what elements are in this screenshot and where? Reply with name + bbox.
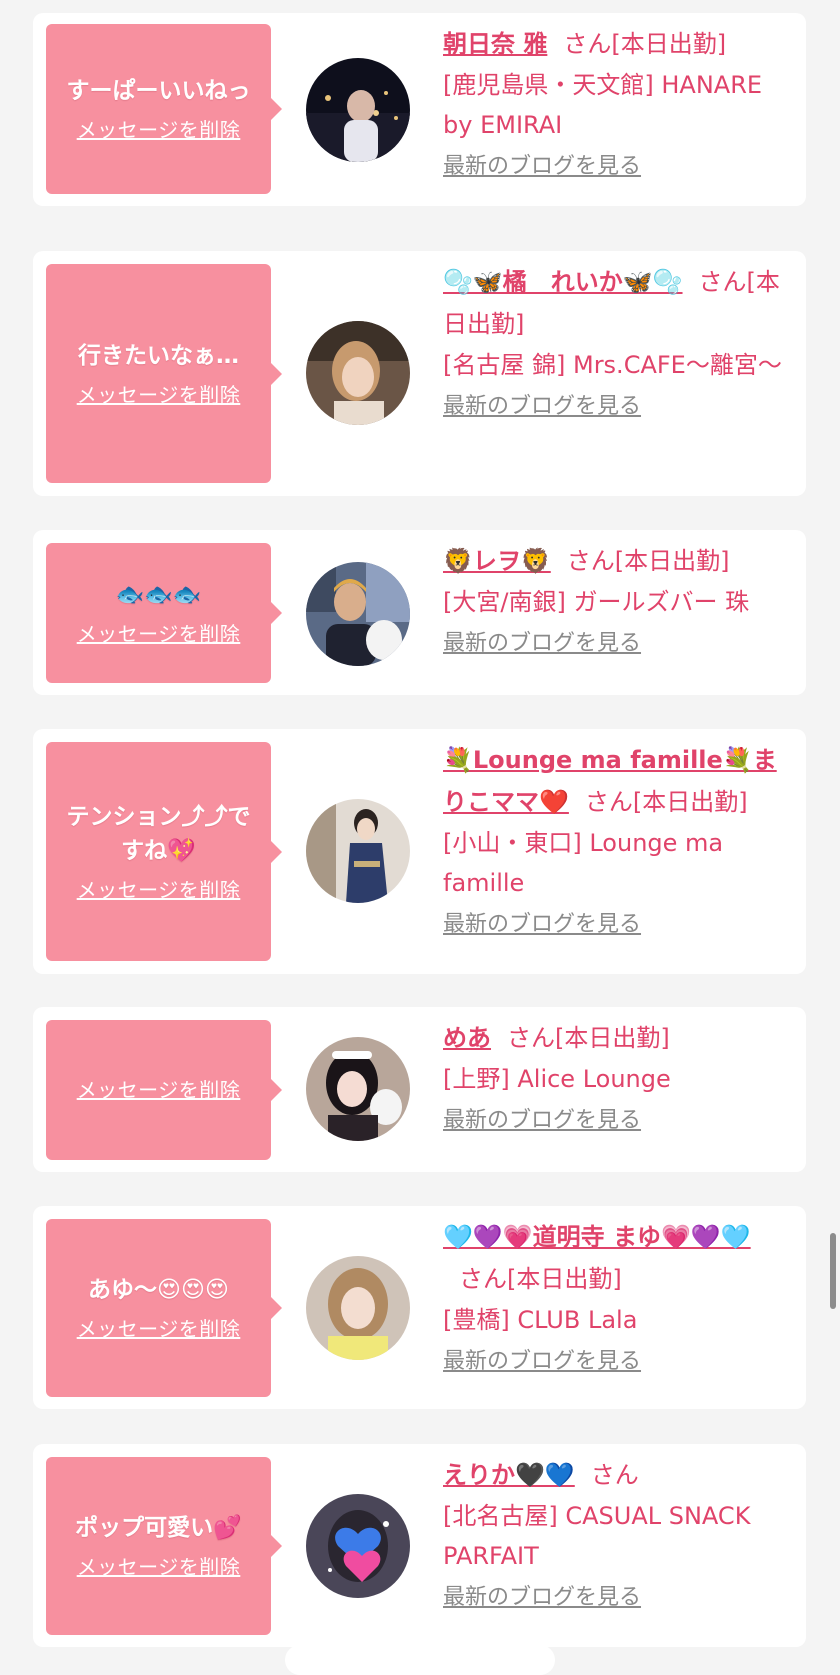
delete-message-link[interactable]: メッセージを削除 — [77, 1553, 241, 1581]
message-text: すーぱーいいねっ — [66, 78, 251, 104]
latest-blog-link[interactable]: 最新のブログを見る — [443, 628, 641, 660]
name-line: めあ さん[本日出勤] — [443, 1017, 788, 1059]
message-text: 🐟🐟🐟 — [115, 582, 202, 608]
message-bubble: 行きたいなぁ… メッセージを削除 — [46, 264, 282, 483]
message-text: あゆ〜😍😍😍 — [88, 1277, 229, 1303]
cast-info: 🩵💜💗道明寺 まゆ💗💜🩵 さん[本日出勤] [豊橋] CLUB Lala 最新のブ… — [443, 1216, 788, 1378]
list-item: すーぱーいいねっ メッセージを削除 朝日奈 雅さん[本日出勤] [鹿児島県・天文… — [33, 13, 806, 206]
message-bubble: 🐟🐟🐟 メッセージを削除 — [46, 543, 282, 683]
honorific: さん — [563, 30, 612, 58]
message-bubble: メッセージを削除 — [46, 1020, 282, 1160]
avatar[interactable] — [306, 1037, 410, 1141]
cast-name-link[interactable]: えりか🖤💙 — [443, 1461, 575, 1489]
cast-info: 朝日奈 雅さん[本日出勤] [鹿児島県・天文館] HANARE by EMIRA… — [443, 23, 788, 183]
avatar[interactable] — [306, 799, 410, 903]
message-bubble: すーぱーいいねっ メッセージを削除 — [46, 24, 282, 194]
list-item: 行きたいなぁ… メッセージを削除 🫧🦋橘 れいか🦋🫧 さん[本日出勤] [名古屋 … — [33, 251, 806, 496]
latest-blog-link[interactable]: 最新のブログを見る — [443, 1105, 641, 1137]
message-text: テンション⤴︎⤴︎ですね💖 — [66, 803, 251, 864]
scrollbar[interactable] — [830, 1233, 836, 1309]
delete-message-link[interactable]: メッセージを削除 — [77, 116, 241, 144]
avatar[interactable] — [306, 321, 410, 425]
delete-message-link[interactable]: メッセージを削除 — [77, 1315, 241, 1343]
delete-message-link[interactable]: メッセージを削除 — [77, 381, 241, 409]
status-text: [本日出勤] — [507, 1265, 622, 1293]
latest-blog-link[interactable]: 最新のブログを見る — [443, 909, 641, 941]
shop-text: [上野] Alice Lounge — [443, 1065, 671, 1093]
shop-text: [小山・東口] Lounge ma famille — [443, 829, 724, 897]
status-text: [本日出勤] — [632, 788, 748, 816]
honorific: さん — [566, 547, 615, 575]
avatar[interactable] — [306, 562, 410, 666]
shop-text: [鹿児島県・天文館] HANARE by EMIRAI — [443, 71, 763, 139]
cast-name-link[interactable]: 🫧🦋橘 れいか🦋🫧 — [443, 268, 683, 296]
shop-text: [大宮/南銀] ガールズバー 珠 — [443, 588, 750, 616]
cast-name-link[interactable]: 🦁レヲ🦁 — [443, 547, 551, 575]
message-bubble: あゆ〜😍😍😍 メッセージを削除 — [46, 1219, 282, 1397]
cast-info: 💐Lounge ma famille💐まりこママ❤️ さん[本日出勤] [小山・東… — [443, 739, 788, 941]
message-text: ポップ可愛い💕 — [75, 1515, 242, 1541]
latest-blog-link[interactable]: 最新のブログを見る — [443, 151, 641, 183]
cast-info: えりか🖤💙 さん [北名古屋] CASUAL SNACK PARFAIT 最新のブ… — [443, 1454, 788, 1614]
cast-info: めあ さん[本日出勤] [上野] Alice Lounge 最新のブログを見る — [443, 1017, 788, 1137]
cast-info: 🦁レヲ🦁 さん[本日出勤] [大宮/南銀] ガールズバー 珠 最新のブログを見る — [443, 540, 788, 660]
avatar[interactable] — [306, 1256, 410, 1360]
delete-message-link[interactable]: メッセージを削除 — [77, 620, 241, 648]
shop-text: [名古屋 錦] Mrs.CAFE～離宮～ — [443, 351, 782, 379]
list-item: あゆ〜😍😍😍 メッセージを削除 🩵💜💗道明寺 まゆ💗💜🩵 さん[本日出勤] [豊橋… — [33, 1206, 806, 1409]
avatar[interactable] — [306, 58, 410, 162]
cast-name-link[interactable]: 🩵💜💗道明寺 まゆ💗💜🩵 — [443, 1223, 751, 1251]
name-line: 🩵💜💗道明寺 まゆ💗💜🩵 さん[本日出勤] — [443, 1216, 788, 1300]
cast-name-link[interactable]: 朝日奈 雅 — [443, 30, 547, 58]
honorific: さん — [459, 1265, 507, 1293]
name-line: 朝日奈 雅さん[本日出勤] — [443, 23, 788, 65]
delete-message-link[interactable]: メッセージを削除 — [77, 1076, 241, 1104]
honorific: さん — [698, 268, 747, 296]
avatar[interactable] — [306, 1494, 410, 1598]
honorific: さん — [590, 1461, 639, 1489]
status-text: [本日出勤] — [611, 30, 727, 58]
name-line: えりか🖤💙 さん — [443, 1454, 788, 1496]
shop-text: [豊橋] CLUB Lala — [443, 1306, 638, 1334]
message-text: 行きたいなぁ… — [78, 342, 239, 369]
name-line: 🫧🦋橘 れいか🦋🫧 さん[本日出勤] — [443, 261, 788, 345]
cast-name-link[interactable]: めあ — [443, 1024, 491, 1052]
cast-info: 🫧🦋橘 れいか🦋🫧 さん[本日出勤] [名古屋 錦] Mrs.CAFE～離宮～ 最… — [443, 261, 788, 423]
bottom-bar — [285, 1645, 555, 1675]
honorific: さん — [584, 788, 633, 816]
status-text: [本日出勤] — [614, 547, 730, 575]
name-line: 💐Lounge ma famille💐まりこママ❤️ さん[本日出勤] — [443, 739, 788, 823]
delete-message-link[interactable]: メッセージを削除 — [77, 876, 241, 904]
name-line: 🦁レヲ🦁 さん[本日出勤] — [443, 540, 788, 582]
latest-blog-link[interactable]: 最新のブログを見る — [443, 1582, 641, 1614]
list-item: メッセージを削除 めあ さん[本日出勤] [上野] Alice Lounge 最新… — [33, 1007, 806, 1172]
list-item: ポップ可愛い💕 メッセージを削除 えりか🖤💙 さん [北名古屋] CASUAL S… — [33, 1444, 806, 1647]
latest-blog-link[interactable]: 最新のブログを見る — [443, 391, 641, 423]
status-text: [本日出勤] — [555, 1024, 670, 1052]
latest-blog-link[interactable]: 最新のブログを見る — [443, 1346, 641, 1378]
message-bubble: テンション⤴︎⤴︎ですね💖 メッセージを削除 — [46, 742, 282, 961]
list-item: 🐟🐟🐟 メッセージを削除 🦁レヲ🦁 さん[本日出勤] [大宮/南銀] ガールズバー… — [33, 530, 806, 695]
list-item: テンション⤴︎⤴︎ですね💖 メッセージを削除 💐Lounge ma famill… — [33, 729, 806, 974]
shop-text: [北名古屋] CASUAL SNACK PARFAIT — [443, 1502, 751, 1570]
honorific: さん — [507, 1024, 555, 1052]
message-bubble: ポップ可愛い💕 メッセージを削除 — [46, 1457, 282, 1635]
